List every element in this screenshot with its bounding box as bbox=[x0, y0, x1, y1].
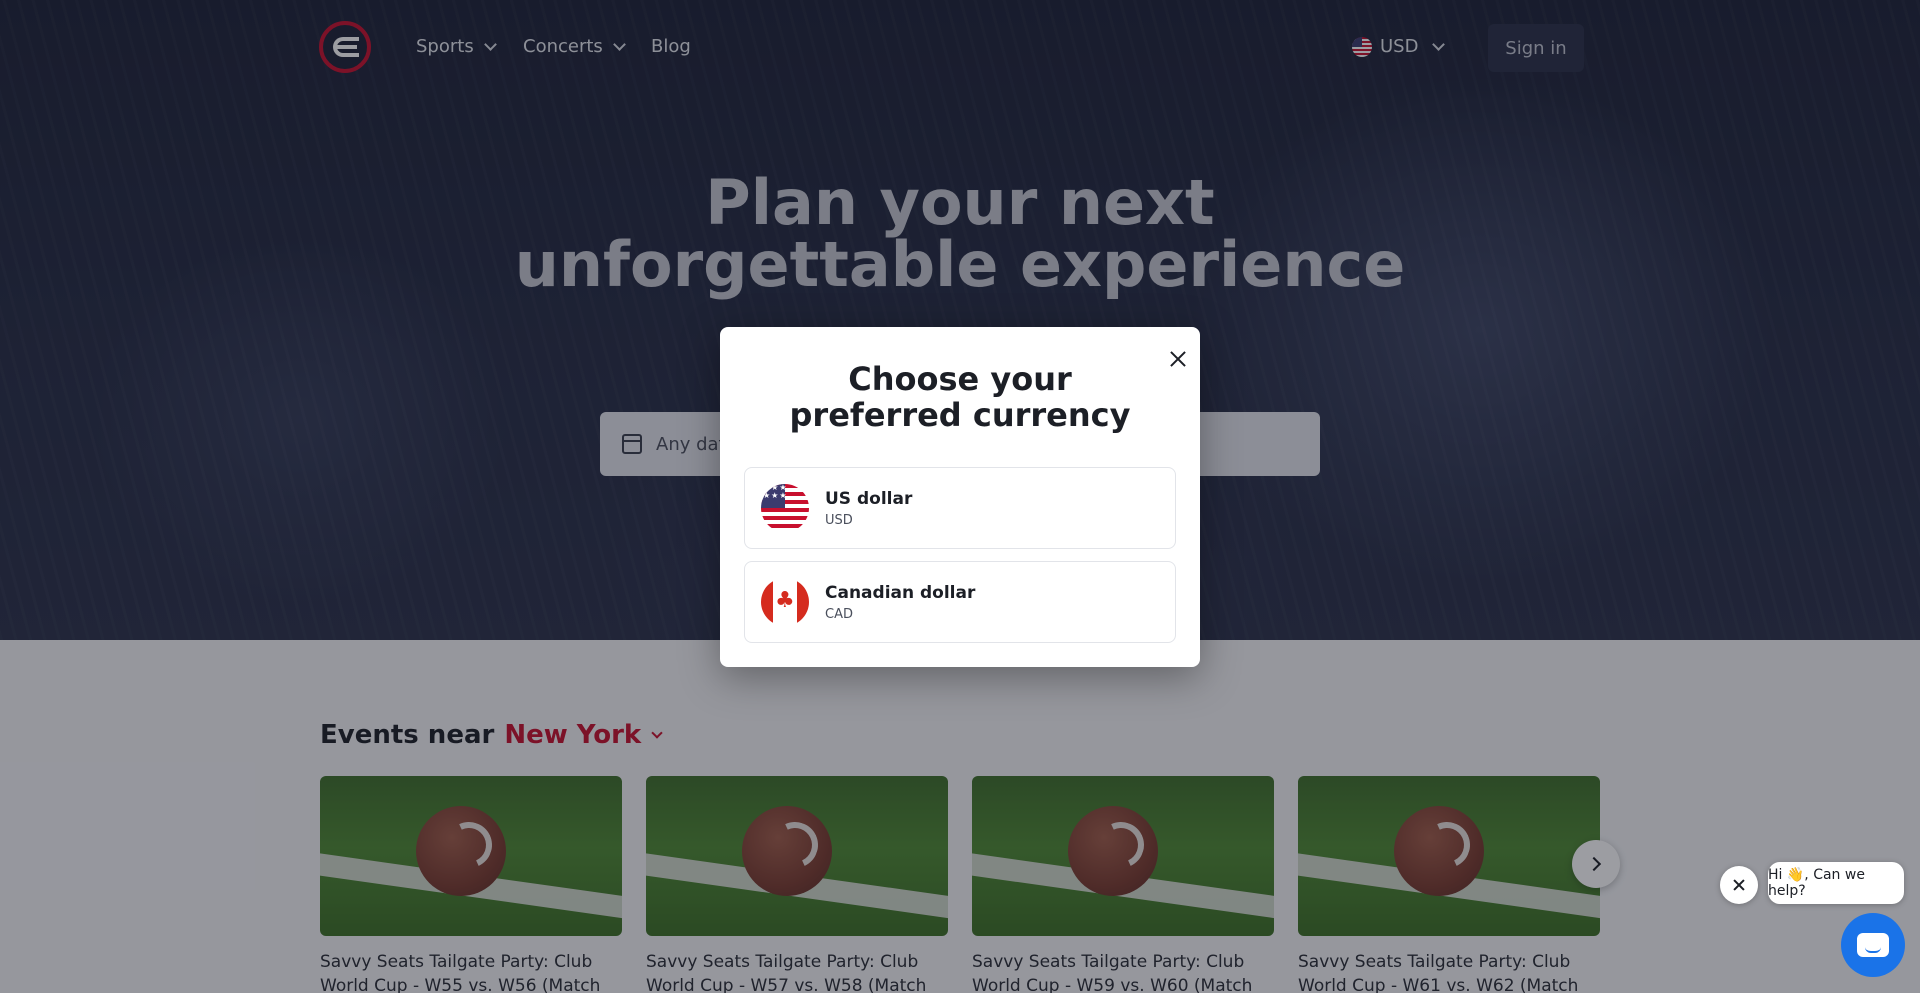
chat-icon bbox=[1857, 933, 1889, 957]
close-icon[interactable] bbox=[1166, 347, 1190, 371]
currency-modal: Choose your preferred currency ★★★ ★★★ US… bbox=[720, 327, 1200, 667]
currency-name: US dollar bbox=[825, 488, 913, 509]
currency-code: CAD bbox=[825, 606, 853, 622]
chat-prompt[interactable]: Hi 👋, Can we help? bbox=[1768, 862, 1904, 904]
currency-option-cad[interactable]: ♣ Canadian dollar CAD bbox=[744, 561, 1176, 643]
canada-flag-icon: ♣ bbox=[761, 578, 809, 626]
currency-option-usd[interactable]: ★★★ ★★★ US dollar USD bbox=[744, 467, 1176, 549]
chat-launcher-button[interactable] bbox=[1841, 913, 1905, 977]
us-flag-icon: ★★★ ★★★ bbox=[761, 484, 809, 532]
modal-title: Choose your preferred currency bbox=[789, 360, 1131, 434]
currency-code: USD bbox=[825, 512, 853, 528]
currency-name: Canadian dollar bbox=[825, 582, 976, 603]
chat-dismiss-button[interactable] bbox=[1720, 866, 1758, 904]
